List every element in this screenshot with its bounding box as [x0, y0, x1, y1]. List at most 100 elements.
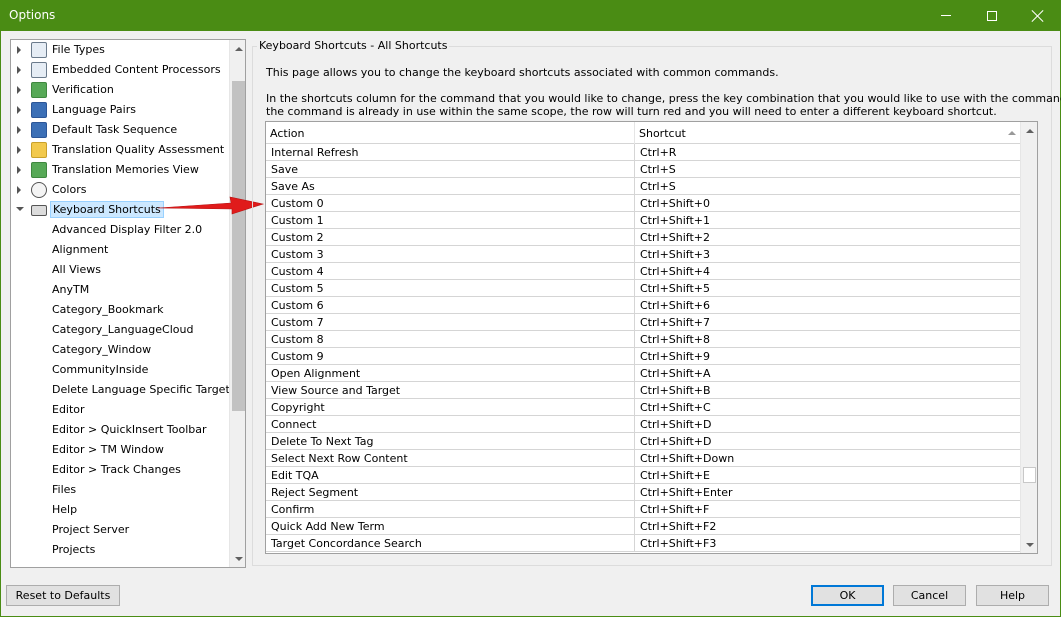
shortcut-cell[interactable]: Ctrl+Shift+5 — [640, 282, 710, 295]
table-row[interactable]: Select Next Row Content Ctrl+Shift+Down — [266, 450, 1020, 467]
reset-to-defaults-button[interactable]: Reset to Defaults — [6, 585, 120, 606]
table-row[interactable]: Save Ctrl+S — [266, 161, 1020, 178]
shortcut-cell[interactable]: Ctrl+Shift+7 — [640, 316, 710, 329]
expand-arrow-icon[interactable] — [17, 86, 21, 94]
tree-child-item[interactable]: Help — [11, 500, 229, 520]
shortcut-cell[interactable]: Ctrl+Shift+Down — [640, 452, 734, 465]
action-cell[interactable]: Confirm — [271, 503, 314, 516]
shortcut-cell[interactable]: Ctrl+Shift+1 — [640, 214, 710, 227]
shortcut-cell[interactable]: Ctrl+S — [640, 163, 676, 176]
table-row[interactable]: Internal Refresh Ctrl+R — [266, 144, 1020, 161]
shortcut-cell[interactable]: Ctrl+Shift+A — [640, 367, 711, 380]
tree-scroll-thumb[interactable] — [232, 81, 245, 411]
collapse-arrow-icon[interactable] — [16, 207, 24, 211]
table-row[interactable]: Custom 0 Ctrl+Shift+0 — [266, 195, 1020, 212]
action-cell[interactable]: Custom 7 — [271, 316, 324, 329]
shortcut-cell[interactable]: Ctrl+Shift+F3 — [640, 537, 716, 550]
action-cell[interactable]: Custom 8 — [271, 333, 324, 346]
action-cell[interactable]: Open Alignment — [271, 367, 360, 380]
action-cell[interactable]: Quick Add New Term — [271, 520, 385, 533]
shortcut-cell[interactable]: Ctrl+Shift+8 — [640, 333, 710, 346]
action-cell[interactable]: Custom 1 — [271, 214, 324, 227]
tree-item[interactable]: Default Task Sequence — [11, 120, 229, 140]
ok-button[interactable]: OK — [811, 585, 884, 606]
action-cell[interactable]: Reject Segment — [271, 486, 358, 499]
table-row[interactable]: Custom 2 Ctrl+Shift+2 — [266, 229, 1020, 246]
shortcut-cell[interactable]: Ctrl+Shift+F2 — [640, 520, 716, 533]
tree-scrollbar[interactable] — [229, 40, 245, 567]
table-row[interactable]: Custom 3 Ctrl+Shift+3 — [266, 246, 1020, 263]
action-cell[interactable]: Copyright — [271, 401, 325, 414]
action-cell[interactable]: Connect — [271, 418, 316, 431]
action-cell[interactable]: Custom 6 — [271, 299, 324, 312]
action-cell[interactable]: Edit TQA — [271, 469, 319, 482]
tree-item[interactable]: Verification — [11, 80, 229, 100]
shortcut-cell[interactable]: Ctrl+Shift+D — [640, 435, 711, 448]
tree-item[interactable]: Translation Memories View — [11, 160, 229, 180]
table-row[interactable]: Quick Add New Term Ctrl+Shift+F2 — [266, 518, 1020, 535]
tree-child-item[interactable]: Category_LanguageCloud — [11, 320, 229, 340]
table-row[interactable]: Custom 7 Ctrl+Shift+7 — [266, 314, 1020, 331]
tree-child-item[interactable]: Projects — [11, 540, 229, 560]
expand-arrow-icon[interactable] — [17, 46, 21, 54]
tree-child-item[interactable]: Alignment — [11, 240, 229, 260]
tree-child-item[interactable]: Project Server — [11, 520, 229, 540]
shortcut-cell[interactable]: Ctrl+S — [640, 180, 676, 193]
table-row[interactable]: Custom 4 Ctrl+Shift+4 — [266, 263, 1020, 280]
tree-child-item[interactable]: Editor — [11, 400, 229, 420]
tree-child-item[interactable]: All Views — [11, 260, 229, 280]
table-row[interactable]: Custom 6 Ctrl+Shift+6 — [266, 297, 1020, 314]
grid-scrollbar[interactable] — [1020, 122, 1037, 553]
shortcut-cell[interactable]: Ctrl+Shift+Enter — [640, 486, 733, 499]
shortcut-cell[interactable]: Ctrl+Shift+3 — [640, 248, 710, 261]
table-row[interactable]: Custom 8 Ctrl+Shift+8 — [266, 331, 1020, 348]
tree-child-item[interactable]: Category_Window — [11, 340, 229, 360]
grid-scroll-up-button[interactable] — [1021, 122, 1037, 139]
shortcut-cell[interactable]: Ctrl+R — [640, 146, 676, 159]
help-button[interactable]: Help — [976, 585, 1049, 606]
shortcut-cell[interactable]: Ctrl+Shift+F — [640, 503, 709, 516]
action-cell[interactable]: Save As — [271, 180, 315, 193]
shortcut-cell[interactable]: Ctrl+Shift+B — [640, 384, 711, 397]
tree-scroll-down-button[interactable] — [230, 550, 245, 567]
shortcut-cell[interactable]: Ctrl+Shift+C — [640, 401, 711, 414]
table-row[interactable]: Edit TQA Ctrl+Shift+E — [266, 467, 1020, 484]
table-row[interactable]: Copyright Ctrl+Shift+C — [266, 399, 1020, 416]
table-row[interactable]: Custom 1 Ctrl+Shift+1 — [266, 212, 1020, 229]
table-row[interactable]: Delete To Next Tag Ctrl+Shift+D — [266, 433, 1020, 450]
table-row[interactable]: Custom 5 Ctrl+Shift+5 — [266, 280, 1020, 297]
tree-child-item[interactable]: Category_Bookmark — [11, 300, 229, 320]
options-tree[interactable]: File Types Embedded Content Processors Ver… — [10, 39, 246, 568]
cancel-button[interactable]: Cancel — [893, 585, 966, 606]
expand-arrow-icon[interactable] — [17, 106, 21, 114]
table-row[interactable]: Open Alignment Ctrl+Shift+A — [266, 365, 1020, 382]
tree-child-item[interactable]: Delete Language Specific Target Fil — [11, 380, 229, 400]
tree-child-item[interactable]: Editor > QuickInsert Toolbar — [11, 420, 229, 440]
maximize-button[interactable] — [969, 0, 1015, 31]
tree-child-item[interactable]: Editor > TM Window — [11, 440, 229, 460]
action-cell[interactable]: Custom 2 — [271, 231, 324, 244]
shortcut-cell[interactable]: Ctrl+Shift+2 — [640, 231, 710, 244]
table-row[interactable]: Connect Ctrl+Shift+D — [266, 416, 1020, 433]
expand-arrow-icon[interactable] — [17, 126, 21, 134]
close-button[interactable] — [1015, 0, 1061, 31]
shortcut-cell[interactable]: Ctrl+Shift+6 — [640, 299, 710, 312]
table-row[interactable]: Custom 9 Ctrl+Shift+9 — [266, 348, 1020, 365]
action-cell[interactable]: Custom 3 — [271, 248, 324, 261]
tree-child-item[interactable]: Advanced Display Filter 2.0 — [11, 220, 229, 240]
tree-child-item[interactable]: Files — [11, 480, 229, 500]
table-row[interactable]: View Source and Target Ctrl+Shift+B — [266, 382, 1020, 399]
shortcuts-grid[interactable]: Action Shortcut Internal Refresh Ctrl+R Sa… — [265, 121, 1038, 554]
shortcut-cell[interactable]: Ctrl+Shift+9 — [640, 350, 710, 363]
column-separator[interactable] — [634, 122, 635, 144]
action-cell[interactable]: Custom 0 — [271, 197, 324, 210]
action-cell[interactable]: Target Concordance Search — [271, 537, 422, 550]
table-row[interactable]: Reject Segment Ctrl+Shift+Enter — [266, 484, 1020, 501]
action-cell[interactable]: Custom 4 — [271, 265, 324, 278]
tree-child-item[interactable]: Editor > Track Changes — [11, 460, 229, 480]
expand-arrow-icon[interactable] — [17, 66, 21, 74]
shortcut-cell[interactable]: Ctrl+Shift+0 — [640, 197, 710, 210]
action-cell[interactable]: Custom 9 — [271, 350, 324, 363]
tree-child-item[interactable]: AnyTM — [11, 280, 229, 300]
action-cell[interactable]: Internal Refresh — [271, 146, 358, 159]
